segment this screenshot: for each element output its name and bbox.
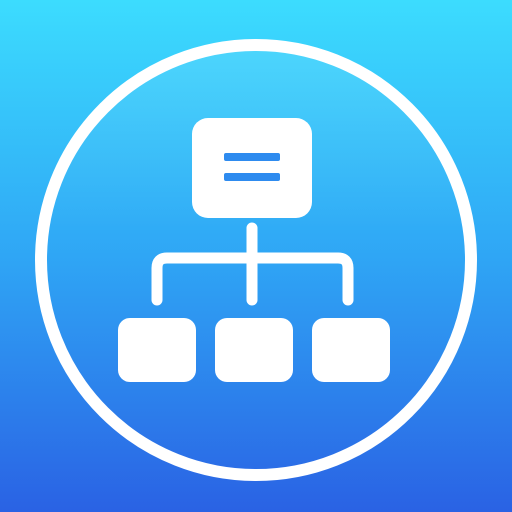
app-icon bbox=[0, 0, 512, 512]
top-node-bar-lower bbox=[224, 173, 280, 181]
top-node-box bbox=[192, 118, 312, 218]
bottom-node-center bbox=[215, 318, 293, 382]
org-chart-hierarchy-icon bbox=[0, 0, 512, 512]
top-node-bar-upper bbox=[224, 153, 280, 161]
bottom-node-right bbox=[312, 318, 390, 382]
bottom-node-left bbox=[118, 318, 196, 382]
